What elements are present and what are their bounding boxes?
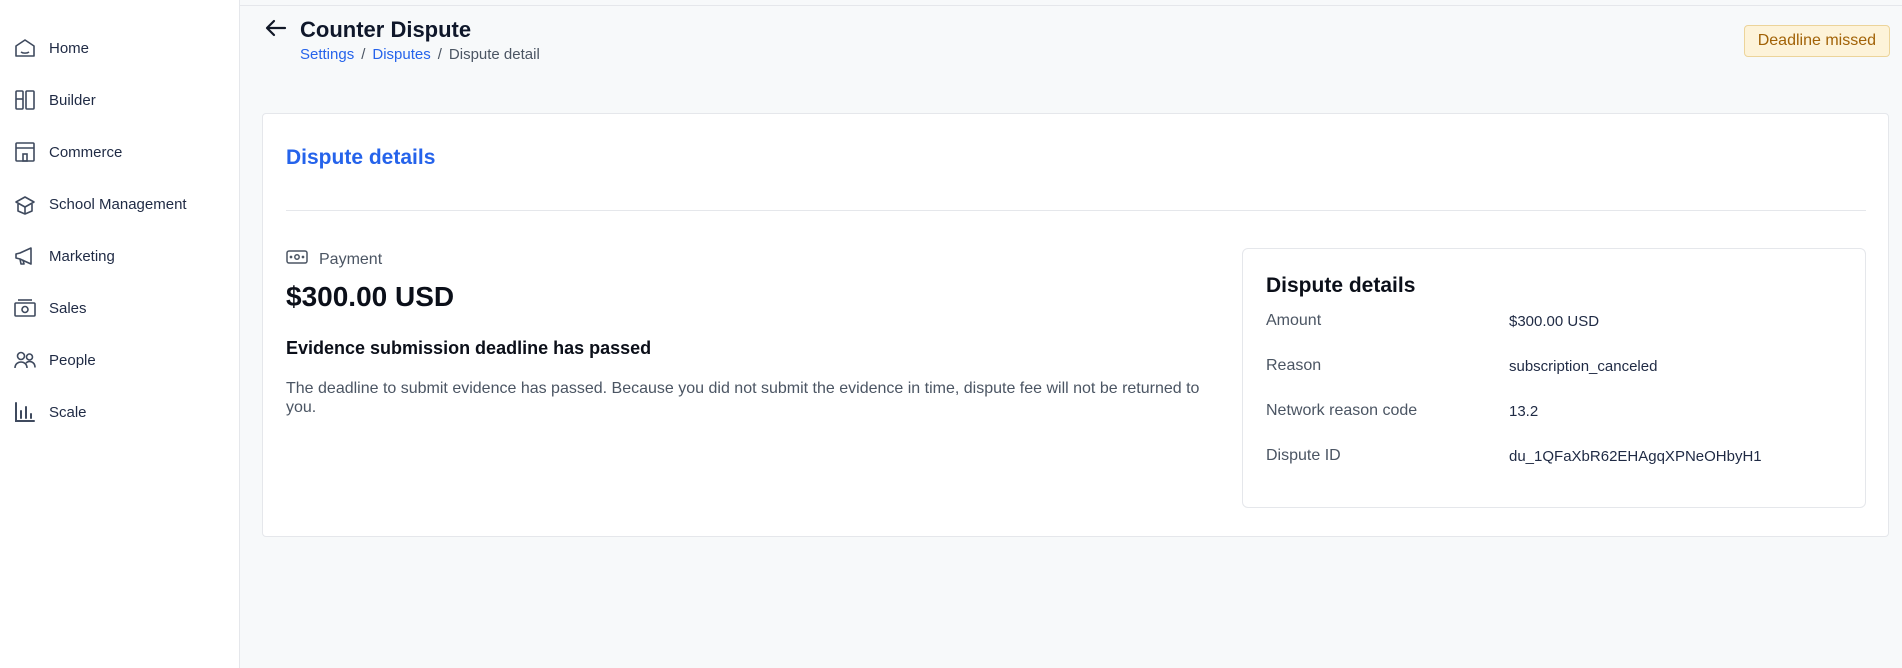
sidebar-item-label: Marketing: [49, 247, 115, 265]
detail-row-dispute-id: Dispute ID du_1QFaXbR62EHAgqXPNeOHbyH1: [1266, 446, 1845, 466]
back-button[interactable]: [262, 16, 290, 44]
sidebar-item-label: Home: [49, 39, 90, 57]
payment-icon: [286, 249, 308, 270]
sidebar-item-label: School Management: [49, 195, 187, 213]
cash-icon: [12, 295, 38, 321]
detail-value: $300.00 USD: [1509, 312, 1600, 330]
sidebar-item-commerce[interactable]: Commerce: [12, 135, 122, 169]
header-divider: [240, 5, 1902, 6]
storefront-icon: [12, 139, 38, 165]
people-icon: [12, 347, 38, 373]
card-divider: [286, 210, 1866, 211]
card-title: Dispute details: [286, 146, 436, 169]
school-icon: [12, 191, 38, 217]
home-icon: [12, 35, 38, 61]
detail-value: 13.2: [1509, 402, 1539, 420]
breadcrumb-separator: /: [437, 46, 442, 63]
sidebar-item-label: Builder: [49, 91, 96, 109]
notice-title: Evidence submission deadline has passed: [286, 338, 652, 358]
detail-row-network-reason-code: Network reason code 13.2: [1266, 401, 1845, 421]
sidebar-item-label: Sales: [49, 299, 87, 317]
status-badge: Deadline missed: [1743, 25, 1890, 57]
breadcrumb-disputes-link[interactable]: Disputes: [372, 46, 430, 63]
payment-label: Payment: [319, 250, 383, 268]
payment-label-row: Payment: [286, 249, 382, 270]
sidebar-item-label: Scale: [49, 403, 87, 421]
detail-key: Network reason code: [1266, 402, 1418, 419]
dispute-card: Dispute details Payment $300.00 USD Evid…: [262, 113, 1889, 537]
sidebar-item-builder[interactable]: Builder: [12, 83, 96, 117]
breadcrumb-current: Dispute detail: [448, 46, 540, 63]
breadcrumb-separator: /: [361, 46, 366, 63]
dispute-details-panel: Dispute details Amount $300.00 USD Reaso…: [1242, 248, 1866, 508]
sidebar-item-home[interactable]: Home: [12, 31, 89, 65]
detail-value: subscription_canceled: [1509, 357, 1658, 375]
sidebar-item-label: People: [49, 351, 96, 369]
detail-row-reason: Reason subscription_canceled: [1266, 356, 1845, 376]
sidebar-item-marketing[interactable]: Marketing: [12, 239, 115, 273]
breadcrumb-settings-link[interactable]: Settings: [300, 46, 354, 63]
arrow-left-icon: [264, 16, 288, 45]
notice-text: The deadline to submit evidence has pass…: [286, 380, 1200, 416]
detail-value: du_1QFaXbR62EHAgqXPNeOHbyH1: [1509, 447, 1762, 465]
detail-key: Amount: [1266, 312, 1322, 329]
payment-amount: $300.00 USD: [286, 281, 455, 312]
builder-icon: [12, 87, 38, 113]
detail-key: Reason: [1266, 357, 1322, 374]
sidebar-item-sales[interactable]: Sales: [12, 291, 87, 325]
sidebar-item-scale[interactable]: Scale: [12, 395, 87, 429]
sidebar-item-label: Commerce: [49, 143, 123, 161]
breadcrumb: Settings / Disputes / Dispute detail: [300, 46, 540, 63]
sidebar: Home Builder Commerce School Management …: [0, 0, 240, 668]
detail-key: Dispute ID: [1266, 447, 1341, 464]
page-title: Counter Dispute: [300, 17, 472, 42]
sidebar-item-school-management[interactable]: School Management: [12, 187, 187, 221]
megaphone-icon: [12, 243, 38, 269]
bar-chart-icon: [12, 399, 38, 425]
details-title: Dispute details: [1266, 274, 1416, 297]
sidebar-item-people[interactable]: People: [12, 343, 96, 377]
detail-row-amount: Amount $300.00 USD: [1266, 311, 1845, 331]
